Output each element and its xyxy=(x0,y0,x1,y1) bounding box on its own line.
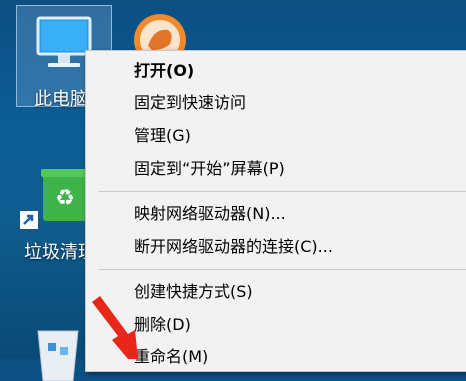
red-arrow-annotation-icon xyxy=(92,296,138,359)
